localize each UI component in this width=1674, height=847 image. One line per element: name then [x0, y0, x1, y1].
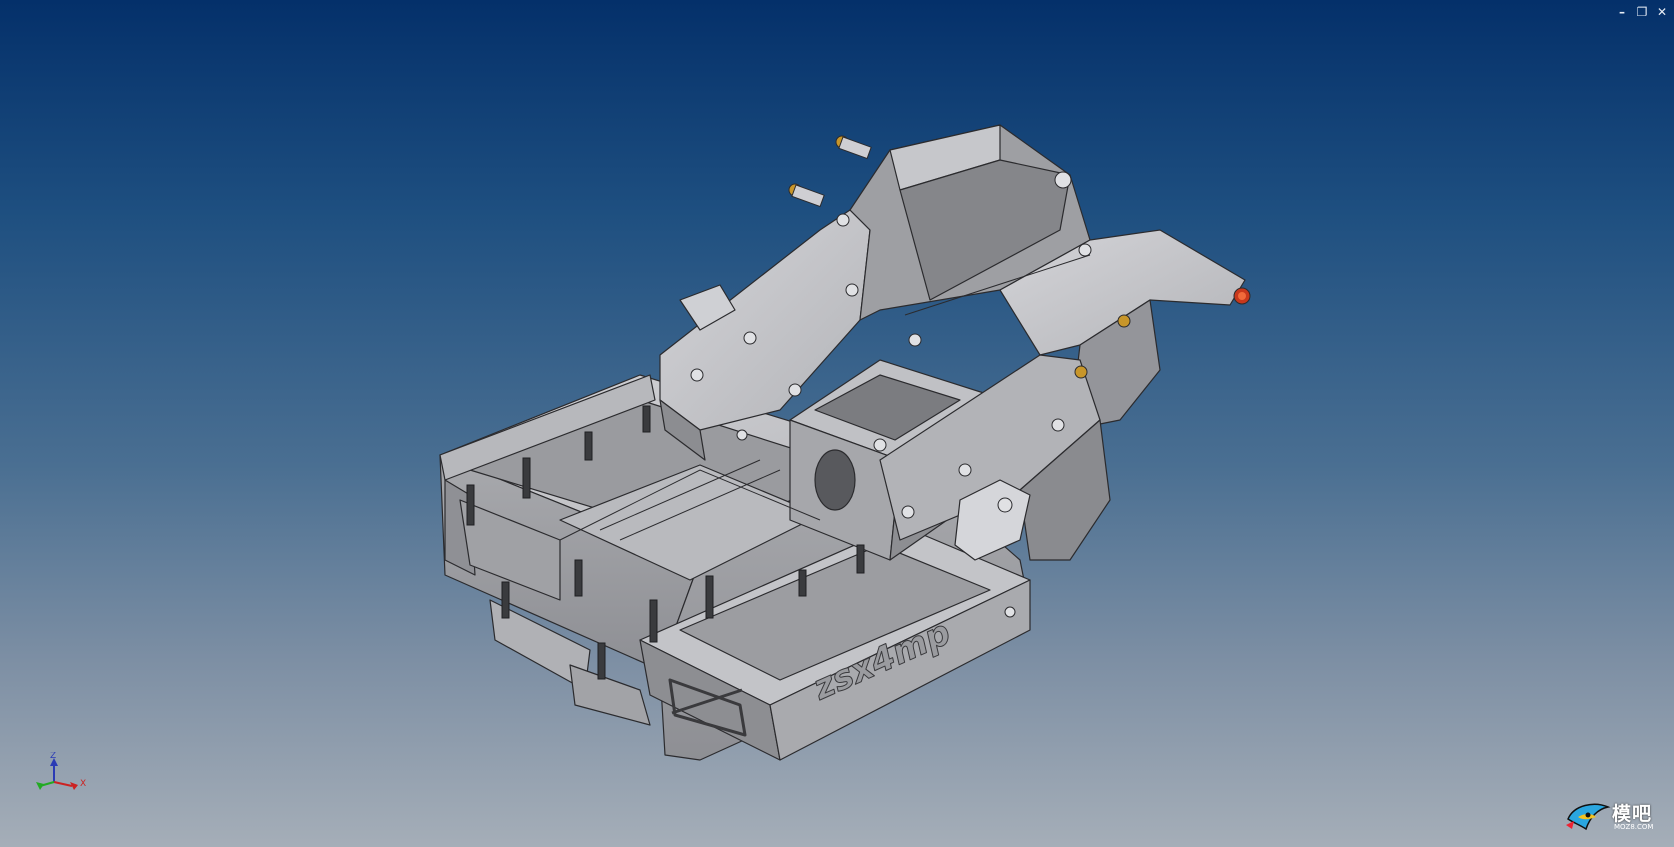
chassis-model[interactable]: zsx4mp [0, 0, 1674, 847]
motor-hole [814, 449, 856, 511]
axis-x-label: X [80, 779, 86, 789]
watermark: 模吧 MOZ8.COM [1564, 795, 1664, 839]
bird-logo-icon [1566, 803, 1611, 831]
axis-triad: Z X [36, 752, 86, 790]
watermark-url: MOZ8.COM [1614, 823, 1654, 831]
3d-viewport[interactable]: – ❐ ✕ zsx4mp Z X 模吧 MOZ8.COM [0, 0, 1674, 847]
watermark-text: 模吧 [1612, 803, 1653, 825]
axis-z-label: Z [50, 752, 56, 761]
